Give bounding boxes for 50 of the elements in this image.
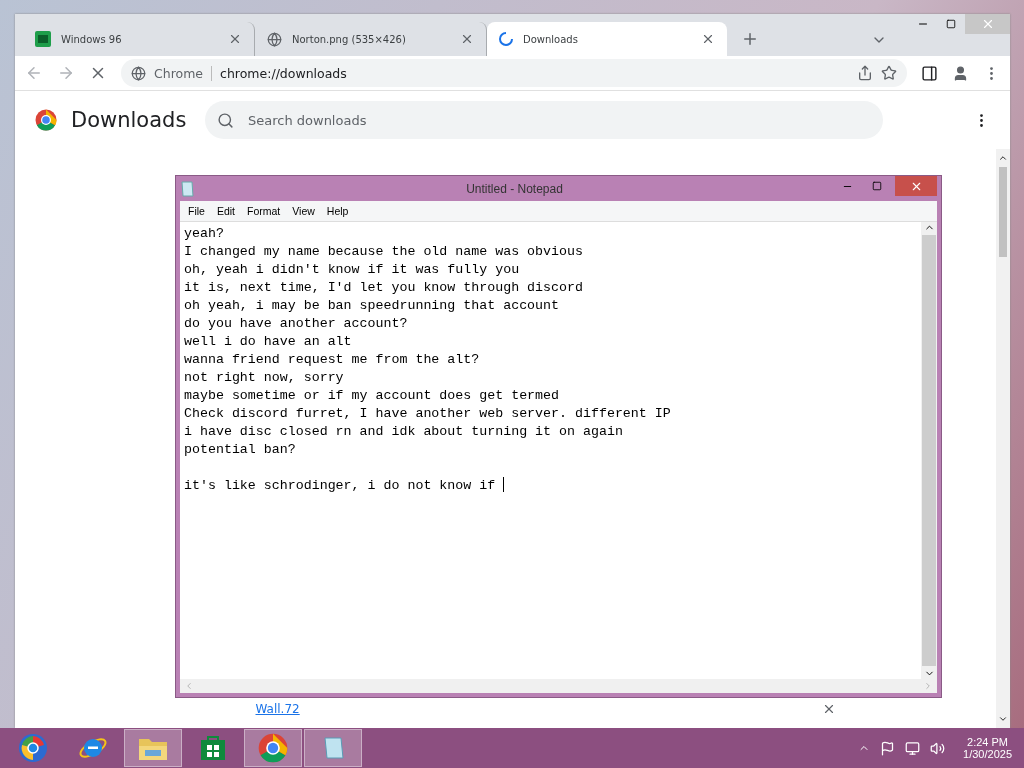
browser-tab[interactable]: Windows 96 [23, 22, 255, 56]
network-icon[interactable] [905, 740, 921, 756]
taskbar-item[interactable] [124, 729, 182, 767]
app-icon [35, 31, 51, 47]
horizontal-scrollbar[interactable] [180, 679, 937, 693]
menu-item[interactable]: Help [322, 205, 353, 217]
notepad-icon [180, 180, 194, 197]
scroll-left-icon [184, 681, 194, 691]
scroll-thumb[interactable] [999, 167, 1007, 257]
globe-icon [267, 31, 282, 47]
taskbar-item[interactable] [304, 729, 362, 767]
menu-item[interactable]: Edit [212, 205, 239, 217]
vertical-scrollbar[interactable] [921, 222, 937, 679]
scroll-right-icon [923, 681, 933, 691]
flag-icon[interactable] [880, 740, 896, 756]
clock[interactable]: 2:24 PM 1/30/2025 [955, 736, 1020, 760]
site-chip: Chrome [154, 65, 213, 81]
site-info-icon [131, 65, 146, 81]
scroll-up-icon [998, 153, 1008, 163]
scroll-thumb[interactable] [922, 235, 936, 666]
new-tab-icon[interactable] [741, 30, 759, 48]
menu-item[interactable]: Format [243, 205, 285, 217]
page-scrollbar[interactable] [996, 149, 1010, 728]
scroll-down-icon [998, 714, 1008, 724]
address-bar[interactable]: Chrome chrome://downloads [121, 59, 907, 87]
loading-icon [499, 32, 513, 46]
bookmark-star-icon[interactable] [881, 65, 897, 81]
download-link[interactable]: Wall.72 [255, 702, 300, 716]
close-icon[interactable] [701, 32, 715, 46]
menu-item[interactable]: View [288, 205, 319, 217]
close-icon[interactable] [228, 32, 242, 46]
taskbar-item[interactable] [244, 729, 302, 767]
url-text: chrome://downloads [220, 65, 348, 81]
chrome-icon [258, 733, 288, 763]
chrome-logo-icon [35, 109, 57, 131]
speaker-icon[interactable] [930, 740, 946, 756]
browser-tab[interactable]: Downloads [487, 22, 727, 56]
page-title: Downloads [71, 108, 188, 132]
share-icon[interactable] [857, 65, 873, 81]
search-icon [217, 111, 234, 129]
store-bag-icon [199, 734, 227, 762]
maximize-icon [946, 19, 956, 29]
start-orb-icon [18, 733, 48, 763]
side-panel-icon[interactable] [921, 64, 938, 82]
maximize-icon [872, 181, 882, 191]
close-icon[interactable] [460, 32, 474, 46]
search-field[interactable]: Search downloads [205, 101, 883, 139]
profile-icon[interactable] [952, 64, 969, 82]
menu-item[interactable]: File [184, 205, 209, 217]
window-title: Untitled - Notepad [465, 181, 564, 196]
